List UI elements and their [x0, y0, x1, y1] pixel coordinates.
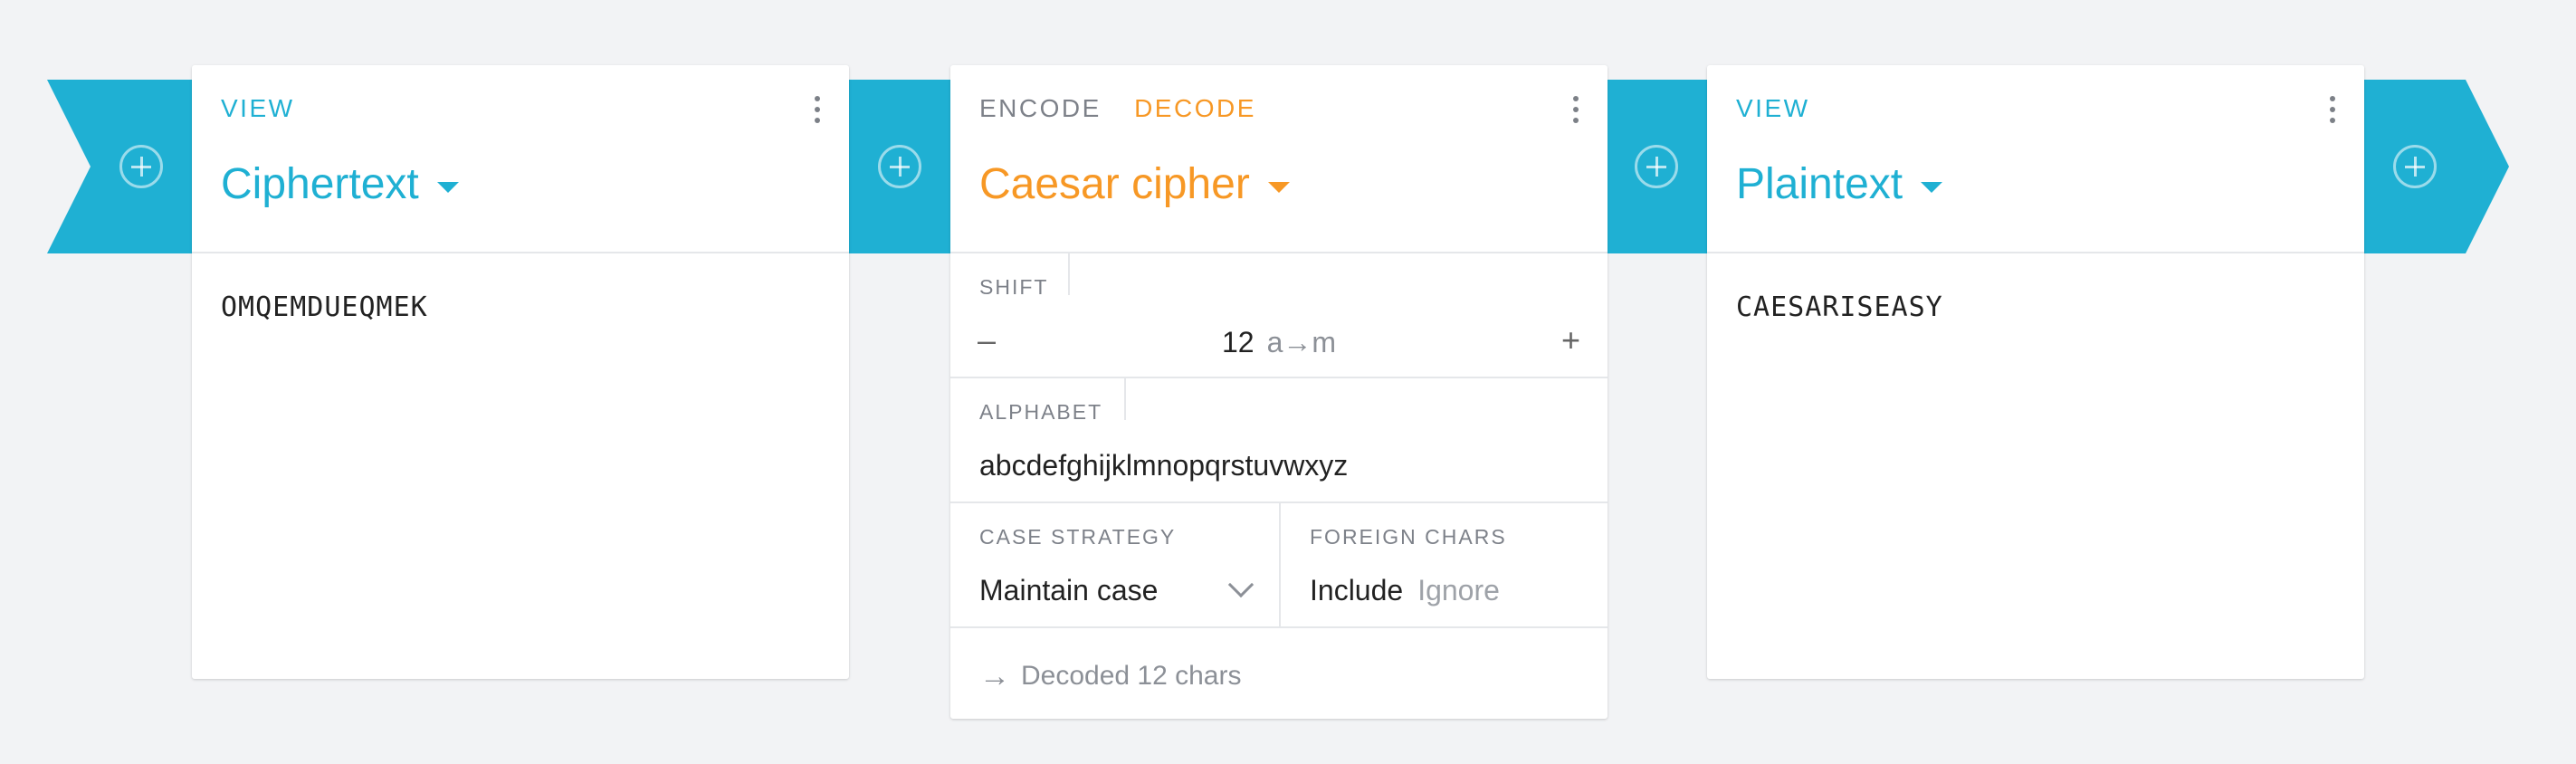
text-content-area[interactable]: OMQEMDUEQMEK	[192, 253, 849, 679]
brick-selector[interactable]: Ciphertext	[221, 159, 459, 209]
add-brick-button[interactable]	[1635, 145, 1678, 188]
pipeline-lane-end	[2364, 80, 2509, 253]
card-header: VIEW Plaintext	[1707, 65, 2364, 253]
caret-down-icon	[1267, 181, 1290, 193]
card-header: VIEW Ciphertext	[192, 65, 849, 253]
alphabet-input[interactable]: abcdefghijklmnopqrstuvwxyz	[979, 449, 1348, 482]
alphabet-setting: ALPHABET abcdefghijklmnopqrstuvwxyz	[950, 378, 1608, 503]
card-title: Plaintext	[1736, 160, 1903, 208]
mode-toggle: ENCODE DECODE	[979, 94, 1280, 123]
shift-label: SHIFT	[979, 275, 1049, 299]
label-divider	[1068, 253, 1070, 295]
caesar-cipher-card: ENCODE DECODE Caesar cipher SHIFT – 12 a→…	[950, 65, 1608, 719]
ciphertext-content[interactable]: OMQEMDUEQMEK	[221, 291, 820, 323]
case-strategy-select[interactable]: Maintain case	[979, 574, 1158, 607]
ciphertext-view-card: VIEW Ciphertext OMQEMDUEQMEK	[192, 65, 849, 679]
label-divider	[1124, 378, 1126, 420]
alphabet-label: ALPHABET	[979, 400, 1103, 424]
shift-mapping: a→m	[1266, 326, 1337, 358]
case-strategy-label: CASE STRATEGY	[979, 525, 1177, 549]
card-title: Caesar cipher	[979, 160, 1250, 208]
text-content-area[interactable]: CAESARISEASY	[1707, 253, 2364, 679]
add-brick-button[interactable]	[119, 145, 163, 188]
arrow-right-icon: →	[979, 659, 1010, 693]
increment-button[interactable]: +	[1561, 319, 1580, 362]
case-strategy-setting[interactable]: CASE STRATEGY Maintain case	[950, 503, 1279, 626]
shift-stepper-value[interactable]: 12 a→m	[950, 326, 1608, 359]
brick-selector[interactable]: Caesar cipher	[979, 159, 1290, 209]
more-options-icon[interactable]	[2330, 96, 2337, 123]
chevron-down-icon[interactable]	[1227, 571, 1255, 598]
view-mode-label: VIEW	[221, 94, 295, 122]
plaintext-content[interactable]: CAESARISEASY	[1736, 291, 2335, 323]
foreign-chars-label: FOREIGN CHARS	[1310, 525, 1507, 549]
add-brick-button[interactable]	[2393, 145, 2437, 188]
shift-setting: SHIFT – 12 a→m +	[950, 253, 1608, 378]
caret-down-icon	[436, 181, 459, 193]
add-brick-button[interactable]	[878, 145, 921, 188]
decode-mode-button[interactable]: DECODE	[1134, 94, 1256, 122]
view-mode-label: VIEW	[1736, 94, 1810, 122]
card-title: Ciphertext	[221, 160, 419, 208]
brick-selector[interactable]: Plaintext	[1736, 159, 1943, 209]
more-options-icon[interactable]	[815, 96, 822, 123]
caret-down-icon	[1921, 181, 1943, 193]
encode-mode-button[interactable]: ENCODE	[979, 94, 1102, 122]
shift-value[interactable]: 12	[1222, 326, 1255, 358]
status-message: Decoded 12 chars	[1021, 661, 1242, 691]
status-bar: → Decoded 12 chars	[950, 628, 1608, 719]
plaintext-view-card: VIEW Plaintext CAESARISEASY	[1707, 65, 2364, 679]
foreign-chars-setting: FOREIGN CHARS Include Ignore	[1279, 503, 1608, 626]
settings-row: CASE STRATEGY Maintain case FOREIGN CHAR…	[950, 503, 1608, 628]
ignore-option[interactable]: Ignore	[1417, 574, 1500, 606]
include-option[interactable]: Include	[1310, 574, 1403, 606]
foreign-chars-toggle: Include Ignore	[1310, 574, 1500, 607]
more-options-icon[interactable]	[1573, 96, 1580, 123]
card-header: ENCODE DECODE Caesar cipher	[950, 65, 1608, 253]
